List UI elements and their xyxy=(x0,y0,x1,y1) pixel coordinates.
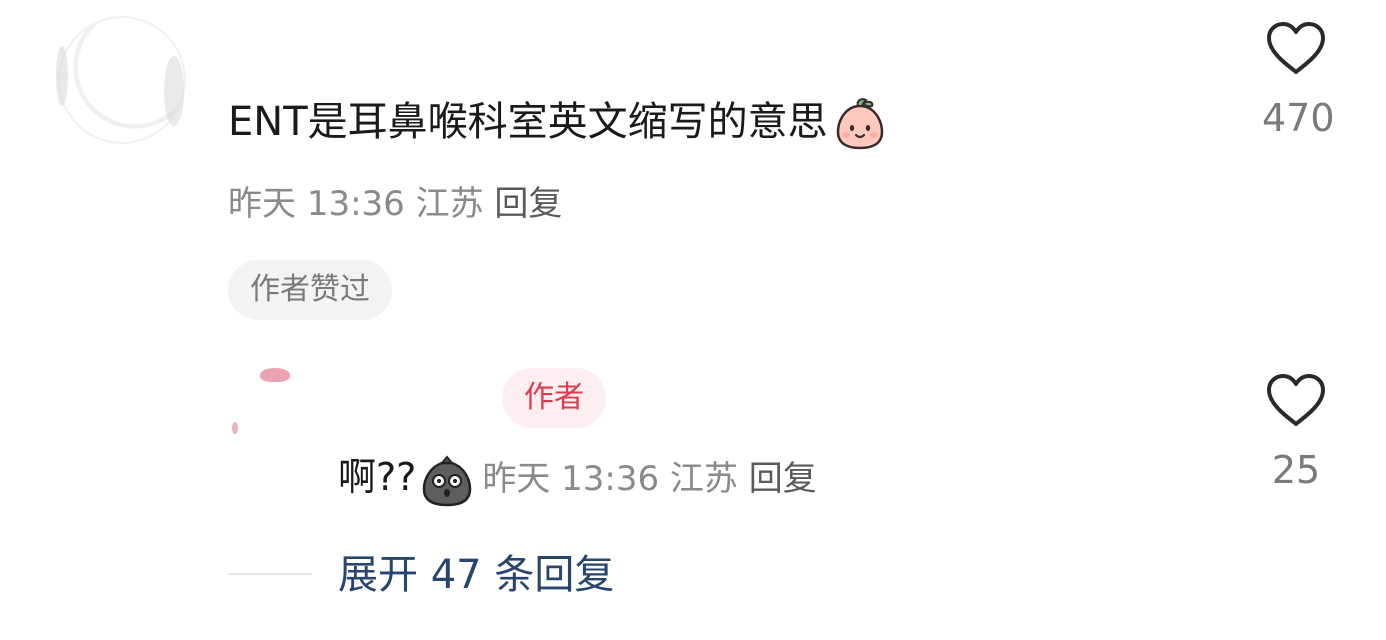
comment-time: 昨天 13:36 xyxy=(228,184,405,224)
reply-like-count: 25 xyxy=(1271,448,1321,492)
reply-body: 啊?? 昨天 13:36 江苏 回复 xyxy=(338,450,817,509)
expand-replies-link[interactable]: 展开 47 条回复 xyxy=(338,548,614,602)
comment-text: ENT是耳鼻喉科室英文缩写的意思 xyxy=(228,99,828,145)
peach-smile-icon xyxy=(836,98,883,150)
author-liked-badge: 作者赞过 xyxy=(228,260,392,320)
comment-body: ENT是耳鼻喉科室英文缩写的意思 xyxy=(228,94,888,152)
reply-time: 昨天 13:36 xyxy=(482,459,660,499)
comment-thread: ENT是耳鼻喉科室英文缩写的意思 昨天 13:36 江苏 回复 作者赞过 470… xyxy=(0,0,1386,640)
reply-reply-button[interactable]: 回复 xyxy=(749,459,817,499)
heart-icon[interactable] xyxy=(1265,20,1327,76)
username-obscured[interactable] xyxy=(228,62,468,68)
avatar[interactable] xyxy=(56,16,186,144)
like-count: 470 xyxy=(1262,96,1335,140)
reply-avatar[interactable] xyxy=(228,362,312,446)
reply-like-button[interactable]: 25 xyxy=(1262,372,1330,492)
comment-meta: 昨天 13:36 江苏 回复 xyxy=(228,180,562,228)
comment-location: 江苏 xyxy=(415,184,484,224)
reply-button[interactable]: 回复 xyxy=(494,184,562,224)
divider xyxy=(228,573,312,575)
heart-icon[interactable] xyxy=(1265,372,1327,428)
reply-location: 江苏 xyxy=(669,459,738,499)
reply-text: 啊?? xyxy=(338,455,417,499)
author-tag: 作者 xyxy=(502,368,606,428)
shocked-bag-icon xyxy=(423,454,472,506)
like-button[interactable]: 470 xyxy=(1262,20,1335,140)
reply-meta: 昨天 13:36 江苏 回复 xyxy=(482,459,816,499)
